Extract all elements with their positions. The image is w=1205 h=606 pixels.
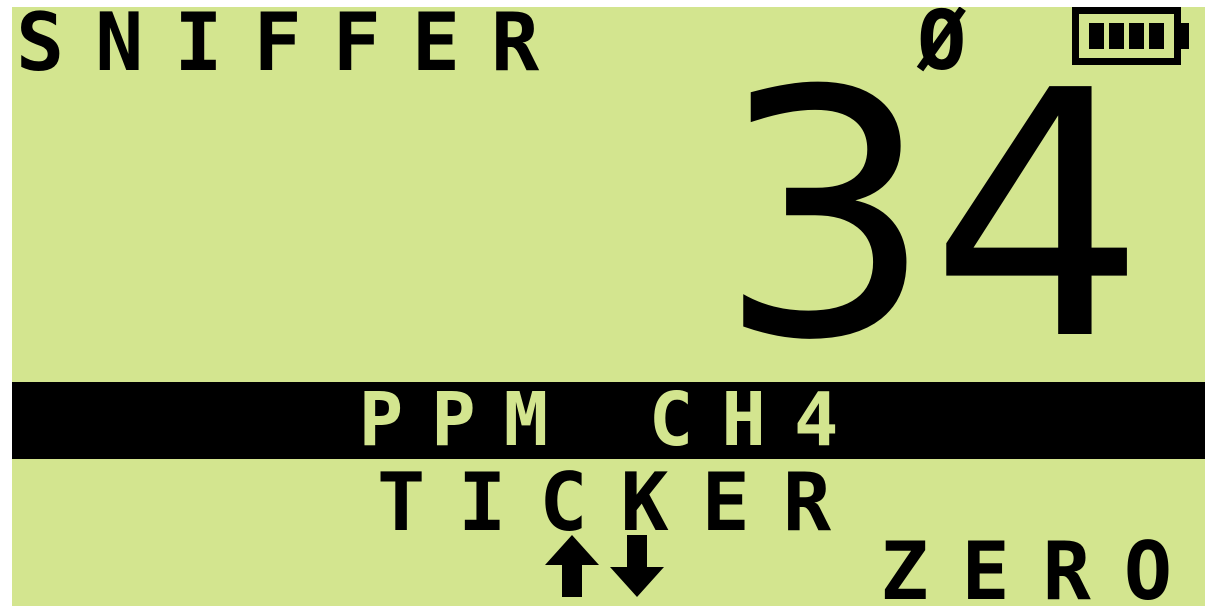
gas-reading-value: 34 [717,19,1146,415]
battery-cell [1149,23,1164,49]
up-down-arrows-icon[interactable] [545,535,675,605]
zero-button[interactable]: ZERO [880,532,1205,606]
down-arrow-icon [610,535,664,597]
lcd-screen: SNIFFER Ø 34 PPM CH4 TICKER ZERO [12,7,1205,606]
battery-terminal [1181,23,1189,49]
up-arrow-icon [545,535,599,597]
unit-label: PPM CH4 [12,382,1205,459]
mode-label: SNIFFER [16,7,571,89]
